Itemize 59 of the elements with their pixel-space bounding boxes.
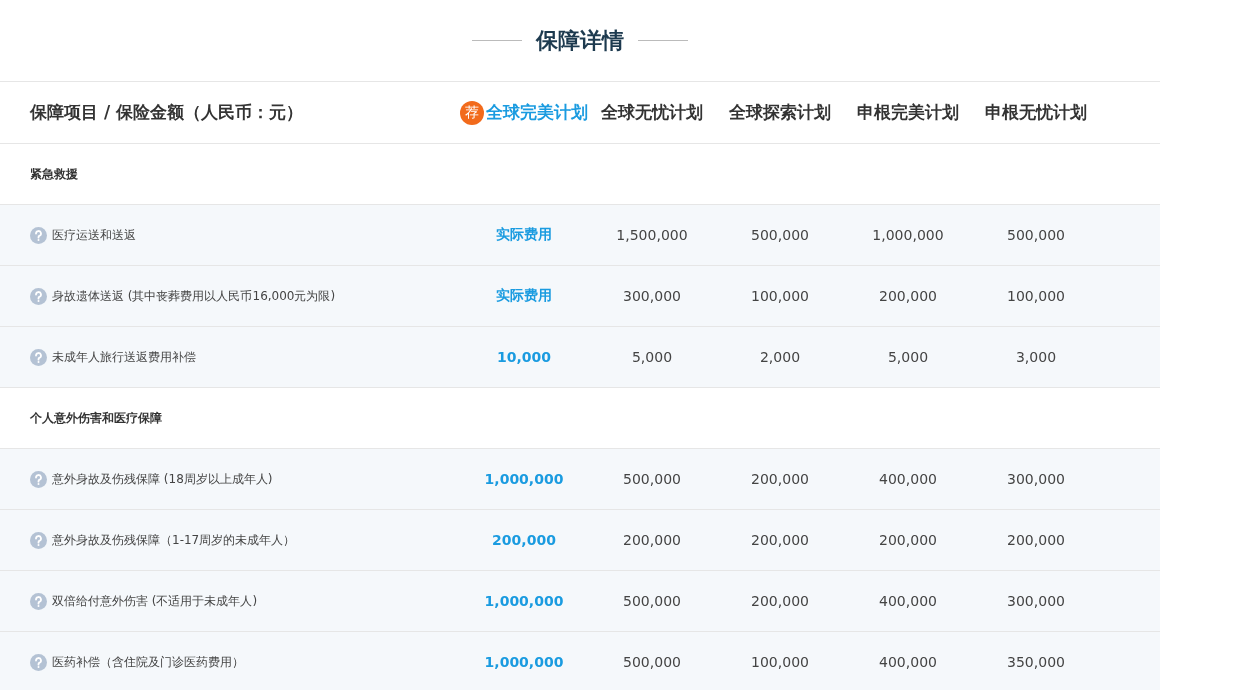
amount-cell: 500,000 [1007, 227, 1065, 243]
help-icon[interactable] [30, 226, 47, 244]
amount-cell: 1,000,000 [484, 654, 564, 670]
amount-cell: 500,000 [623, 593, 681, 609]
amount-cell: 200,000 [879, 288, 937, 304]
coverage-label: 双倍给付意外伤害 (不适用于未成年人) [52, 592, 258, 610]
amount-cell: 200,000 [879, 532, 937, 548]
column-header: 保障项目 / 保险金额（人民币：元） [29, 101, 305, 124]
plan-header: 全球探索计划 [728, 101, 832, 124]
amount-cell: 实际费用 [496, 287, 552, 305]
help-icon[interactable] [30, 287, 47, 305]
amount-cell: 500,000 [623, 471, 681, 487]
coverage-label: 未成年人旅行送返费用补偿 [52, 348, 196, 366]
amount-cell: 1,000,000 [484, 471, 564, 487]
help-icon[interactable] [30, 348, 47, 366]
coverage-label: 医疗运送和送返 [52, 226, 136, 244]
amount-cell: 200,000 [623, 532, 681, 548]
amount-cell: 5,000 [887, 349, 929, 365]
amount-cell: 300,000 [1007, 593, 1065, 609]
plan-header: 申根完美计划 [856, 101, 960, 124]
amount-cell: 10,000 [497, 349, 551, 365]
amount-cell: 2,000 [759, 349, 801, 365]
help-icon[interactable] [30, 531, 47, 549]
amount-cell: 200,000 [492, 532, 556, 548]
amount-cell: 5,000 [631, 349, 673, 365]
amount-cell: 100,000 [751, 654, 809, 670]
help-icon[interactable] [30, 470, 47, 488]
amount-cell: 200,000 [751, 471, 809, 487]
amount-cell: 500,000 [751, 227, 809, 243]
amount-cell: 3,000 [1015, 349, 1057, 365]
amount-cell: 1,000,000 [484, 593, 564, 609]
amount-cell: 100,000 [751, 288, 809, 304]
section-title: 保障详情 [536, 26, 624, 55]
coverage-label: 意外身故及伤残保障 (18周岁以上成年人) [52, 470, 273, 488]
plan-header: 申根无忧计划 [984, 101, 1088, 124]
amount-cell: 1,000,000 [872, 227, 944, 243]
plan-header: 荐 全球完美计划 [460, 100, 588, 125]
section-heading: 紧急救援 [29, 165, 79, 183]
amount-cell: 400,000 [879, 593, 937, 609]
amount-cell: 400,000 [879, 654, 937, 670]
amount-cell: 300,000 [1007, 471, 1065, 487]
amount-cell: 200,000 [1007, 532, 1065, 548]
amount-cell: 300,000 [623, 288, 681, 304]
coverage-label: 意外身故及伤残保障（1-17周岁的未成年人） [52, 531, 296, 549]
amount-cell: 500,000 [623, 654, 681, 670]
coverage-label: 医药补偿（含住院及门诊医药费用） [52, 653, 244, 671]
help-icon[interactable] [30, 592, 47, 610]
amount-cell: 100,000 [1007, 288, 1065, 304]
plan-header: 全球无忧计划 [600, 101, 704, 124]
recommend-badge: 荐 [460, 100, 484, 125]
section-heading: 个人意外伤害和医疗保障 [29, 409, 163, 427]
amount-cell: 实际费用 [496, 226, 552, 244]
amount-cell: 400,000 [879, 471, 937, 487]
amount-cell: 200,000 [751, 593, 809, 609]
coverage-label: 身故遗体送返 (其中丧葬费用以人民币16,000元为限) [52, 287, 336, 305]
help-icon[interactable] [30, 653, 47, 671]
amount-cell: 350,000 [1007, 654, 1065, 670]
amount-cell: 200,000 [751, 532, 809, 548]
amount-cell: 1,500,000 [616, 227, 688, 243]
